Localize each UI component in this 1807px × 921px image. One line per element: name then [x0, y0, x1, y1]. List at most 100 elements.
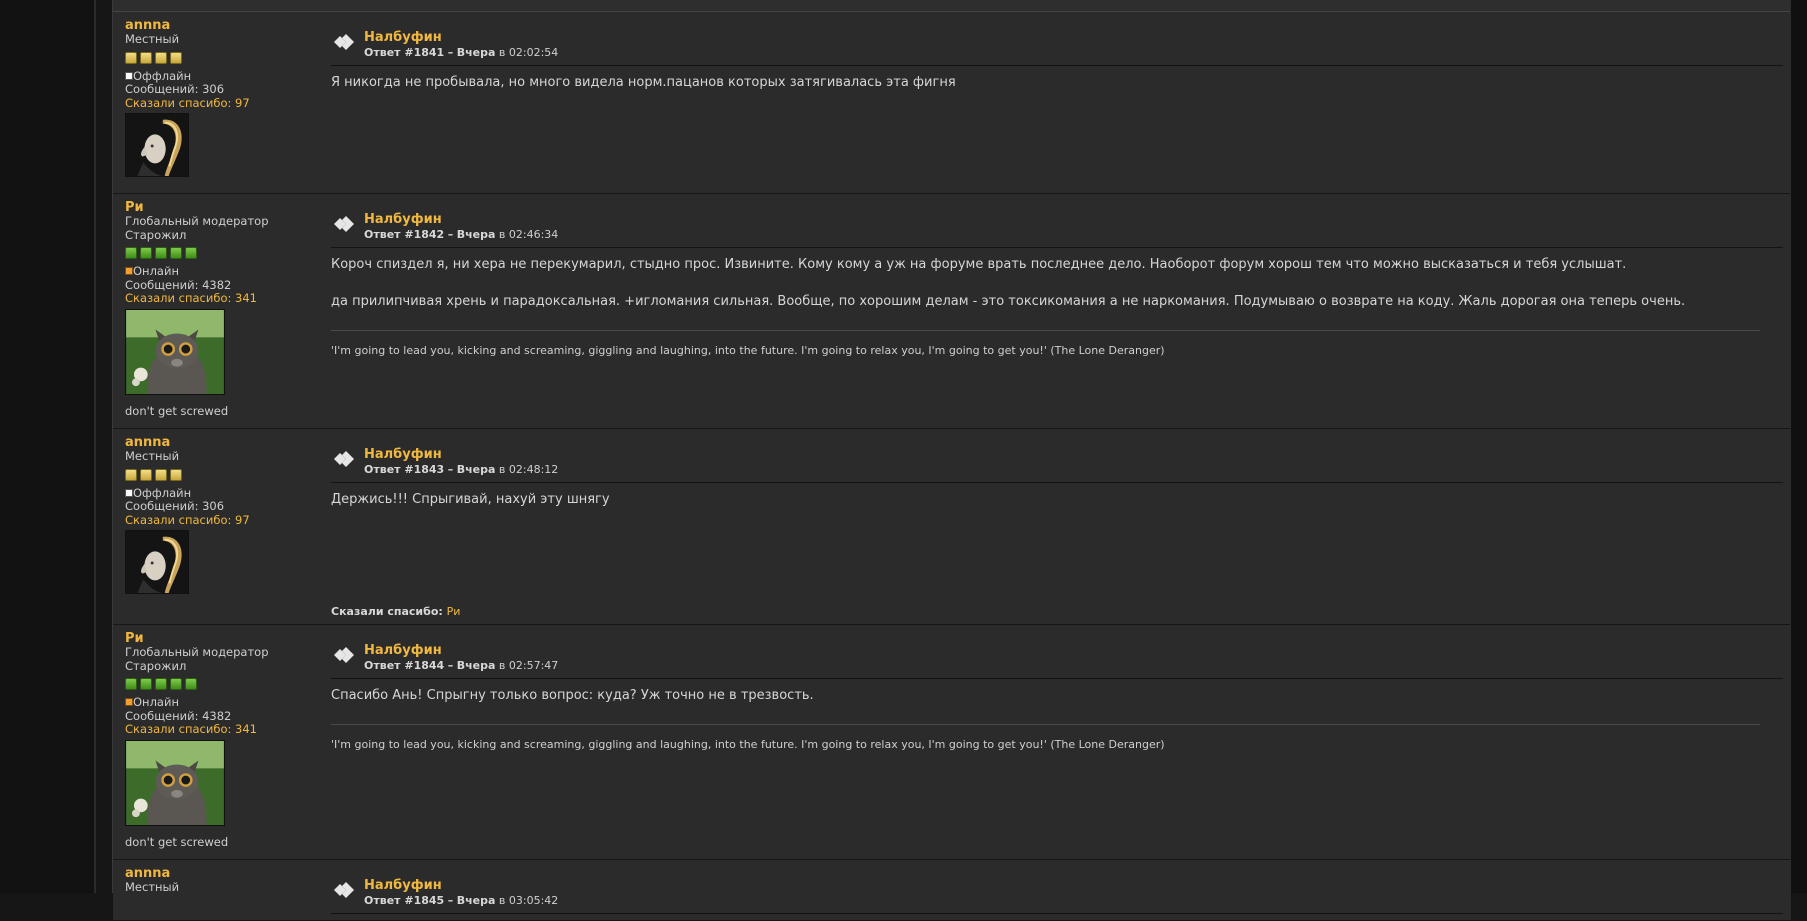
post-title-link[interactable]: Налбуфин	[364, 644, 442, 658]
reply-number: Ответ #1845	[364, 894, 445, 907]
star-icon	[185, 678, 197, 690]
reply-number: Ответ #1841	[364, 46, 445, 59]
post-header: Налбуфин Ответ #1841 – Вчера в 02:02:54	[331, 17, 1783, 66]
post-paragraph: да прилипчивая хрень и парадоксальная. +…	[331, 294, 1686, 309]
custom-title: don't get screwed	[125, 834, 229, 849]
post-title-link[interactable]: Налбуфин	[364, 31, 442, 45]
poster-rank: Местный	[125, 32, 180, 46]
post-time: 02:46:34	[508, 228, 559, 241]
signature: 'I'm going to lead you, kicking and scre…	[331, 724, 1760, 753]
poster-info: annna Местный	[125, 867, 325, 895]
reply-number: Ответ #1843	[364, 463, 445, 476]
post-count: Сообщений: 306	[125, 499, 225, 513]
star-icon	[170, 51, 182, 64]
poster-name-link[interactable]: annna	[125, 867, 325, 881]
offline-indicator-icon	[125, 71, 133, 80]
rank-stars	[125, 468, 325, 481]
reply-number: Ответ #1842	[364, 228, 445, 241]
post-content: Налбуфин Ответ #1844 – Вчера в 02:57:47 …	[331, 630, 1783, 753]
rank-stars	[125, 678, 325, 690]
poster-info: annna Местный Оффлайн Сообщений: 306 Ска…	[125, 436, 325, 594]
thanks-count-link[interactable]: Сказали спасибо: 97	[125, 513, 325, 528]
post-header: Налбуфин Ответ #1845 – Вчера в 03:05:42	[331, 865, 1783, 914]
star-icon	[170, 678, 182, 690]
poster-name-link[interactable]: annna	[125, 436, 325, 450]
avatar-loki-icon[interactable]	[125, 530, 189, 594]
custom-title: don't get screwed	[125, 403, 229, 418]
post-count: Сообщений: 306	[125, 82, 225, 96]
status-text: Оффлайн	[133, 68, 192, 83]
star-icon	[125, 51, 137, 64]
status-text: Онлайн	[133, 695, 179, 709]
online-indicator-icon	[125, 267, 133, 275]
star-icon	[155, 468, 167, 481]
star-icon	[140, 678, 152, 690]
thanks-count-link[interactable]: Сказали спасибо: 341	[125, 291, 325, 306]
post-content: Налбуфин Ответ #1845 – Вчера в 03:05:42	[331, 865, 1783, 914]
topic-thread: annna Местный Оффлайн Сообщений: 306 Ска…	[112, 0, 1792, 921]
thanked-label: Сказали спасибо:	[331, 605, 443, 618]
avatar-cat-icon[interactable]	[125, 308, 225, 395]
avatar-loki-icon[interactable]	[125, 113, 189, 177]
post-time: 02:48:12	[508, 463, 559, 476]
post-title-link[interactable]: Налбуфин	[364, 879, 442, 893]
thanked-by: Сказали спасибо: Ри	[331, 605, 460, 618]
poster-rank: Местный	[125, 449, 180, 463]
star-icon	[125, 468, 137, 481]
post-content: Налбуфин Ответ #1841 – Вчера в 02:02:54 …	[331, 17, 1783, 112]
post-icon	[334, 647, 354, 663]
offline-indicator-icon	[125, 488, 133, 497]
post-meta: Ответ #1845 – Вчера в 03:05:42	[364, 894, 559, 907]
post-body: Я никогда не пробывала, но много видела …	[331, 66, 1783, 91]
post-day: Вчера	[456, 463, 496, 476]
thanked-user-link[interactable]: Ри	[447, 605, 461, 618]
post-paragraph: Спасибо Ань! Спрыгну только вопрос: куда…	[331, 688, 814, 703]
post-time: 02:02:54	[508, 46, 559, 59]
poster-rank: Местный	[125, 880, 180, 894]
poster-rank: Глобальный модератор	[125, 645, 269, 659]
poster-info: annna Местный Оффлайн Сообщений: 306 Ска…	[125, 19, 325, 177]
star-icon	[170, 468, 182, 481]
forum-post: Ри Глобальный модератор Старожил Онлайн …	[113, 625, 1791, 860]
signature: 'I'm going to lead you, kicking and scre…	[331, 330, 1760, 359]
post-icon	[334, 34, 354, 50]
poster-name-link[interactable]: annna	[125, 19, 325, 33]
post-time: 02:57:47	[508, 659, 559, 672]
rank-stars	[125, 51, 325, 64]
status-text: Онлайн	[133, 264, 179, 278]
post-header: Налбуфин Ответ #1844 – Вчера в 02:57:47	[331, 630, 1783, 679]
poster-name-link[interactable]: Ри	[125, 201, 325, 215]
time-prefix: в	[498, 228, 506, 241]
post-header: Налбуфин Ответ #1842 – Вчера в 02:46:34	[331, 199, 1783, 248]
time-prefix: в	[498, 463, 506, 476]
star-icon	[125, 678, 137, 690]
forum-post: annna Местный Оффлайн Сообщений: 306 Ска…	[113, 429, 1791, 625]
star-icon	[155, 678, 167, 690]
online-status: Оффлайн	[125, 486, 325, 501]
poster-info: Ри Глобальный модератор Старожил Онлайн …	[125, 632, 325, 849]
post-meta: Ответ #1844 – Вчера в 02:57:47	[364, 659, 559, 672]
star-icon	[155, 51, 167, 64]
post-title-link[interactable]: Налбуфин	[364, 213, 442, 227]
post-title-link[interactable]: Налбуфин	[364, 448, 442, 462]
forum-post: Ри Глобальный модератор Старожил Онлайн …	[113, 194, 1791, 429]
thanks-count-link[interactable]: Сказали спасибо: 97	[125, 96, 325, 111]
post-content: Налбуфин Ответ #1843 – Вчера в 02:48:12 …	[331, 434, 1783, 529]
post-body: Короч спиздел я, ни хера не перекумарил,…	[331, 248, 1783, 359]
star-icon	[170, 247, 182, 259]
avatar-cat-icon[interactable]	[125, 739, 225, 826]
scrollbar-track[interactable]	[1790, 0, 1807, 893]
reply-number: Ответ #1844	[364, 659, 445, 672]
post-body: Держись!!! Спрыгивай, нахуй эту шнягу	[331, 483, 1783, 508]
post-meta: Ответ #1842 – Вчера в 02:46:34	[364, 228, 559, 241]
post-paragraph: Держись!!! Спрыгивай, нахуй эту шнягу	[331, 492, 610, 507]
poster-rank: Глобальный модератор	[125, 214, 269, 228]
post-icon	[334, 216, 354, 232]
post-day: Вчера	[456, 46, 496, 59]
rank-stars	[125, 247, 325, 259]
post-icon	[334, 882, 354, 898]
post-count: Сообщений: 4382	[125, 708, 232, 723]
poster-name-link[interactable]: Ри	[125, 632, 325, 646]
thanks-count-link[interactable]: Сказали спасибо: 341	[125, 722, 325, 737]
star-icon	[185, 247, 197, 259]
